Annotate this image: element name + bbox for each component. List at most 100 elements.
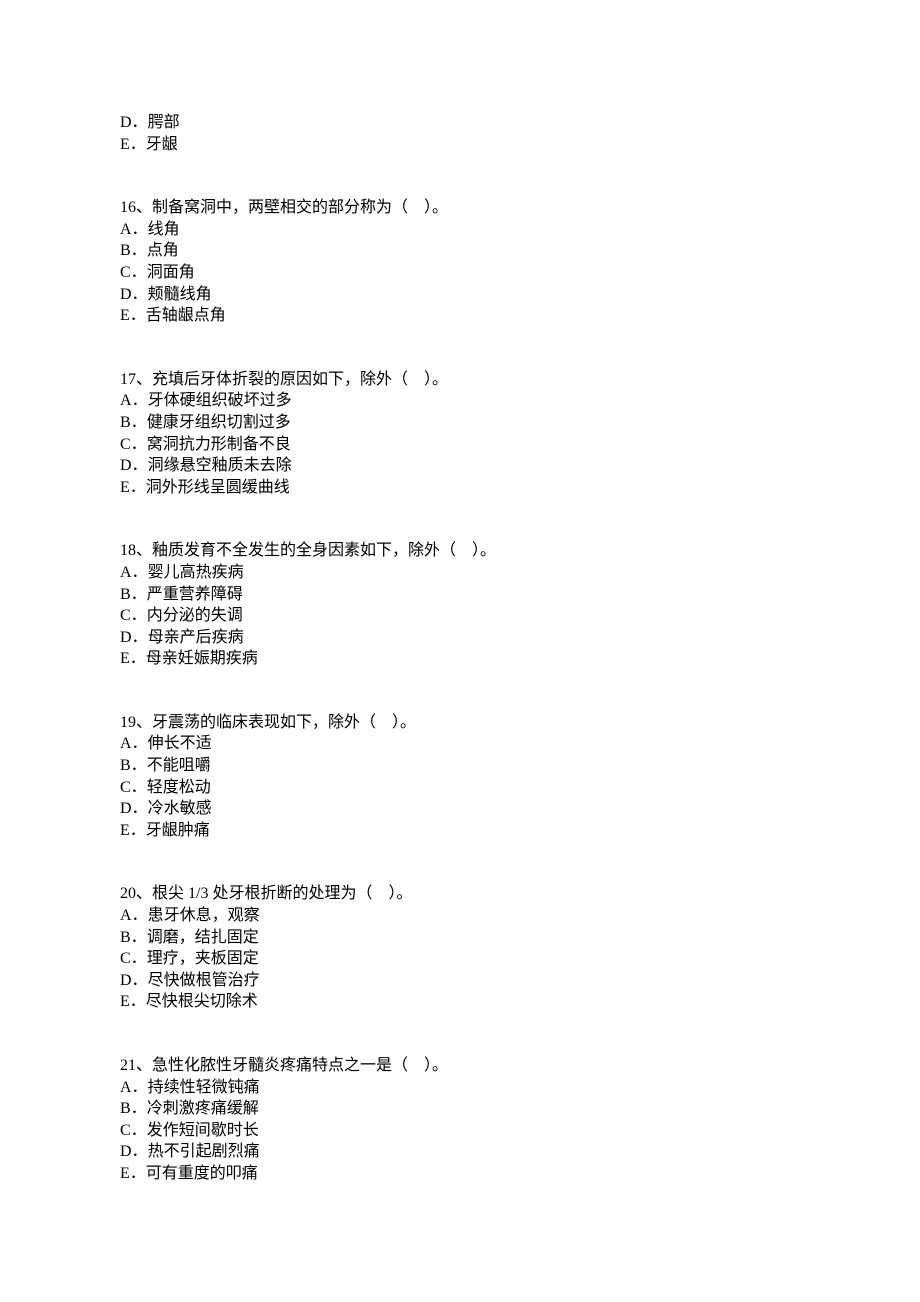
option-text: 冷刺激疼痛缓解 [147, 1100, 259, 1117]
option-label: A． [120, 564, 148, 581]
option-label: E． [120, 1165, 146, 1182]
question-number: 19、 [120, 714, 152, 731]
option-line: D．尽快做根管治疗 [120, 970, 920, 992]
question-block-19: 19、牙震荡的临床表现如下，除外（ ）。 A．伸长不适 B．不能咀嚼 C．轻度松… [120, 712, 920, 842]
option-line: E．母亲妊娠期疾病 [120, 648, 920, 670]
question-text: 充填后牙体折裂的原因如下，除外（ ）。 [152, 371, 448, 388]
option-text: 腭部 [148, 114, 180, 131]
option-line: A．持续性轻微钝痛 [120, 1077, 920, 1099]
question-block-21: 21、急性化脓性牙髓炎疼痛特点之一是（ ）。 A．持续性轻微钝痛 B．冷刺激疼痛… [120, 1055, 920, 1185]
option-line: A．婴儿高热疾病 [120, 562, 920, 584]
option-line: E．尽快根尖切除术 [120, 991, 920, 1013]
option-label: E． [120, 307, 146, 324]
option-text: 窝洞抗力形制备不良 [147, 436, 291, 453]
option-text: 洞缘悬空釉质未去除 [148, 457, 292, 474]
option-line: B．健康牙组织切割过多 [120, 412, 920, 434]
option-text: 轻度松动 [147, 779, 211, 796]
option-line: B．严重营养障碍 [120, 584, 920, 606]
option-text: 洞外形线呈圆缓曲线 [146, 479, 290, 496]
option-label: A． [120, 735, 148, 752]
option-label: E． [120, 136, 146, 153]
option-label: E． [120, 479, 146, 496]
option-line: E．牙龈肿痛 [120, 820, 920, 842]
option-label: E． [120, 822, 146, 839]
option-line: D．母亲产后疾病 [120, 627, 920, 649]
option-text: 洞面角 [147, 264, 195, 281]
option-line: D．热不引起剧烈痛 [120, 1141, 920, 1163]
option-line: A．牙体硬组织破坏过多 [120, 390, 920, 412]
option-line: C．内分泌的失调 [120, 605, 920, 627]
question-block-20: 20、根尖 1/3 处牙根折断的处理为（ ）。 A．患牙休息，观察 B．调磨，结… [120, 883, 920, 1013]
option-text: 调磨，结扎固定 [147, 929, 259, 946]
question-stem: 18、釉质发育不全发生的全身因素如下，除外（ ）。 [120, 540, 920, 562]
question-text: 制备窝洞中，两壁相交的部分称为（ ）。 [152, 199, 448, 216]
option-label: C． [120, 264, 147, 281]
option-label: B． [120, 929, 147, 946]
option-text: 冷水敏感 [148, 800, 212, 817]
question-number: 20、 [120, 885, 152, 902]
option-text: 发作短间歇时长 [147, 1122, 259, 1139]
question-text: 根尖 1/3 处牙根折断的处理为（ ）。 [152, 885, 412, 902]
option-label: A． [120, 1079, 148, 1096]
option-text: 患牙休息，观察 [148, 907, 260, 924]
option-label: A． [120, 392, 148, 409]
option-text: 尽快做根管治疗 [148, 972, 260, 989]
option-label: C． [120, 950, 147, 967]
option-line: C．窝洞抗力形制备不良 [120, 434, 920, 456]
option-label: C． [120, 436, 147, 453]
option-line: A．患牙休息，观察 [120, 905, 920, 927]
question-stem: 20、根尖 1/3 处牙根折断的处理为（ ）。 [120, 883, 920, 905]
option-line: C．发作短间歇时长 [120, 1120, 920, 1142]
option-label: D． [120, 629, 148, 646]
option-text: 热不引起剧烈痛 [148, 1143, 260, 1160]
question-number: 18、 [120, 542, 152, 559]
option-text: 理疗，夹板固定 [147, 950, 259, 967]
option-label: E． [120, 993, 146, 1010]
option-line: A．伸长不适 [120, 733, 920, 755]
question-stem: 16、制备窝洞中，两壁相交的部分称为（ ）。 [120, 197, 920, 219]
option-line: E．可有重度的叩痛 [120, 1163, 920, 1185]
option-text: 婴儿高热疾病 [148, 564, 244, 581]
question-stem: 17、充填后牙体折裂的原因如下，除外（ ）。 [120, 369, 920, 391]
option-line: E．牙龈 [120, 134, 920, 156]
option-label: D． [120, 114, 148, 131]
option-text: 母亲产后疾病 [148, 629, 244, 646]
question-text: 急性化脓性牙髓炎疼痛特点之一是（ ）。 [152, 1057, 448, 1074]
option-text: 可有重度的叩痛 [146, 1165, 258, 1182]
option-label: C． [120, 1122, 147, 1139]
option-line: B．调磨，结扎固定 [120, 927, 920, 949]
option-text: 不能咀嚼 [147, 757, 211, 774]
option-label: E． [120, 650, 146, 667]
option-text: 母亲妊娠期疾病 [146, 650, 258, 667]
option-text: 线角 [148, 221, 180, 238]
option-line: E．舌轴龈点角 [120, 305, 920, 327]
option-text: 伸长不适 [148, 735, 212, 752]
question-text: 釉质发育不全发生的全身因素如下，除外（ ）。 [152, 542, 496, 559]
option-label: C． [120, 607, 147, 624]
option-text: 健康牙组织切割过多 [147, 414, 291, 431]
orphan-options-block: D．腭部 E．牙龈 [120, 112, 920, 155]
option-line: D．颊髓线角 [120, 284, 920, 306]
option-label: B． [120, 242, 147, 259]
option-line: B．冷刺激疼痛缓解 [120, 1098, 920, 1120]
option-label: D． [120, 972, 148, 989]
option-text: 牙龈 [146, 136, 178, 153]
option-text: 内分泌的失调 [147, 607, 243, 624]
option-line: A．线角 [120, 219, 920, 241]
option-label: B． [120, 757, 147, 774]
option-label: A． [120, 221, 148, 238]
option-text: 严重营养障碍 [147, 586, 243, 603]
question-block-16: 16、制备窝洞中，两壁相交的部分称为（ ）。 A．线角 B．点角 C．洞面角 D… [120, 197, 920, 327]
option-line: E．洞外形线呈圆缓曲线 [120, 477, 920, 499]
question-number: 16、 [120, 199, 152, 216]
option-text: 点角 [147, 242, 179, 259]
option-text: 牙龈肿痛 [146, 822, 210, 839]
question-number: 17、 [120, 371, 152, 388]
option-text: 持续性轻微钝痛 [148, 1079, 260, 1096]
option-label: C． [120, 779, 147, 796]
option-label: B． [120, 1100, 147, 1117]
question-stem: 19、牙震荡的临床表现如下，除外（ ）。 [120, 712, 920, 734]
option-label: D． [120, 1143, 148, 1160]
question-number: 21、 [120, 1057, 152, 1074]
question-stem: 21、急性化脓性牙髓炎疼痛特点之一是（ ）。 [120, 1055, 920, 1077]
